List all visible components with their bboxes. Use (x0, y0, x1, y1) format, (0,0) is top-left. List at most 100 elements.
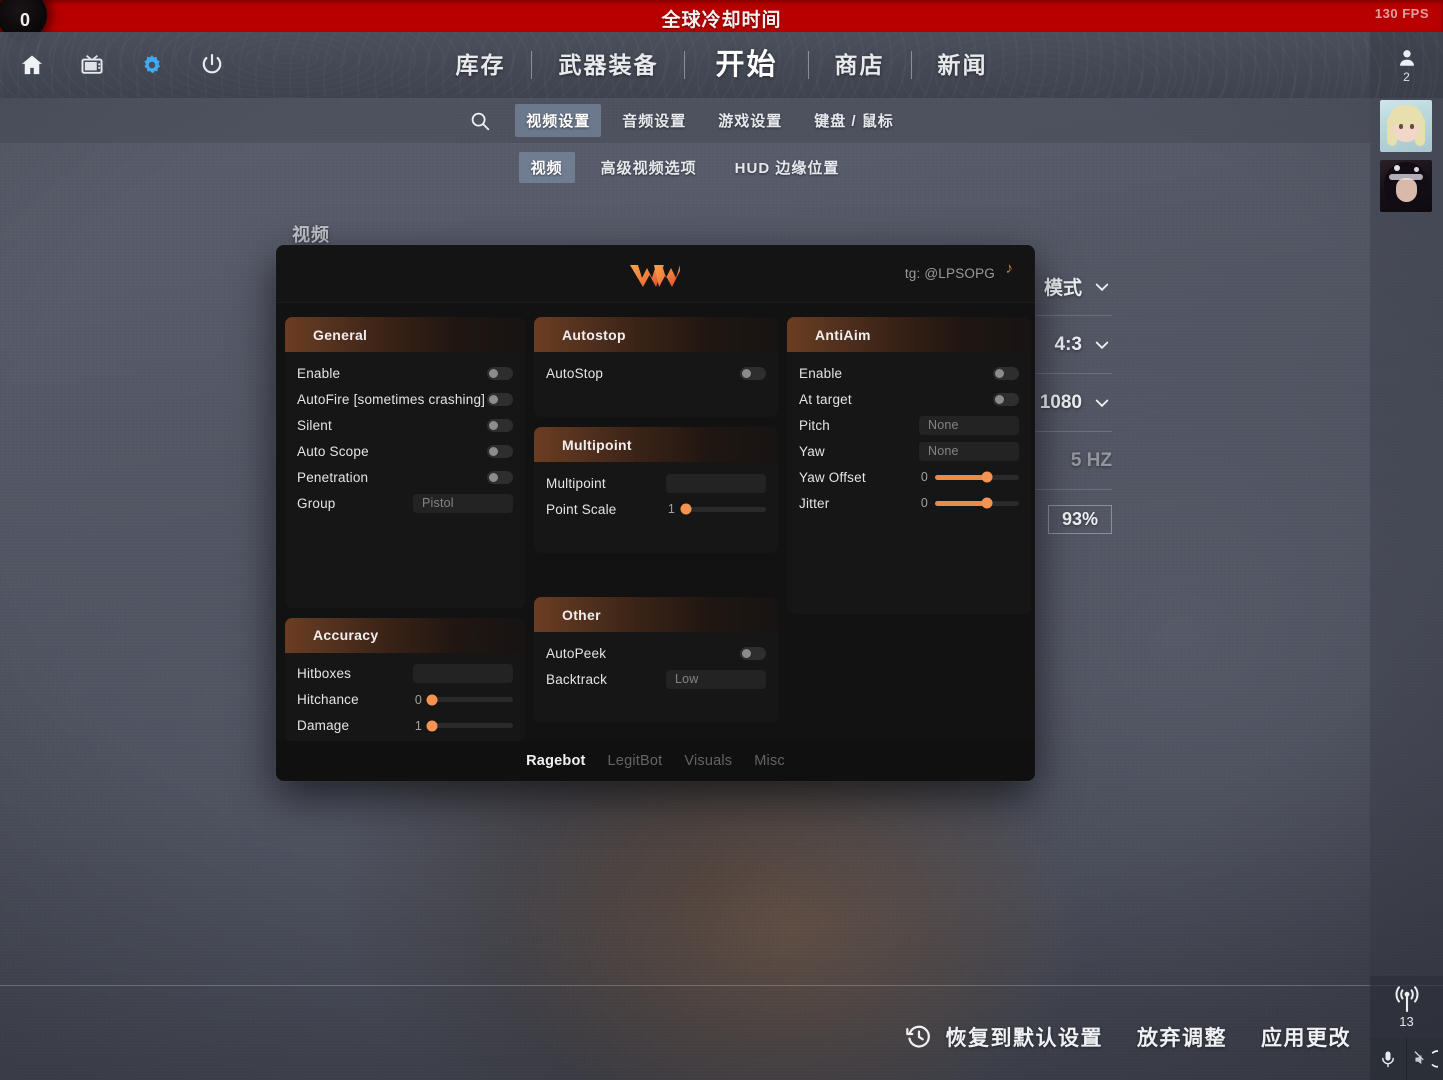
slider-hitchance[interactable] (426, 694, 513, 706)
slider-jitter[interactable] (935, 497, 1019, 509)
option-label: Yaw Offset (799, 469, 866, 485)
dropdown-backtrack[interactable]: Low (666, 669, 766, 689)
option-label: AutoPeek (546, 645, 607, 661)
group-header: Accuracy (285, 617, 525, 653)
tab-audio-settings[interactable]: 音频设置 (611, 104, 697, 137)
option-yaw-offset: Yaw Offset 0 (799, 464, 1019, 490)
cheat-tab-misc[interactable]: Misc (754, 753, 785, 769)
dropdown-pitch-value: None (928, 418, 959, 432)
group-title: Multipoint (562, 436, 632, 453)
subtab-hud-edge-position[interactable]: HUD 边缘位置 (723, 152, 852, 183)
global-cooldown-bar: 全球冷却时间 130 FPS (0, 0, 1443, 32)
cheat-tab-legitbot[interactable]: LegitBot (608, 753, 663, 769)
cheat-column-3: AntiAim Enable At target Pitch None Yaw … (787, 317, 1031, 741)
option-point-scale: Point Scale 1 (546, 496, 766, 522)
profile-button[interactable]: 2 (1370, 32, 1443, 98)
option-antiaim-enable: Enable (799, 360, 1019, 386)
dropdown-group[interactable]: Pistol (413, 493, 513, 513)
group-header: Multipoint (534, 427, 778, 462)
avatar[interactable] (1380, 160, 1432, 212)
apply-changes-label: 应用更改 (1261, 1027, 1351, 1050)
tab-keyboard-mouse[interactable]: 键盘 / 鼠标 (803, 104, 905, 137)
page-title: 视频 (292, 225, 330, 245)
cheat-overlay-window[interactable]: tg: @LPSOPG ♪ General Enable AutoFire [s… (276, 245, 1035, 781)
group-header: General (285, 317, 525, 352)
group-body: Multipoint Point Scale 1 (534, 462, 778, 534)
slider-hitchance-wrap: 0 (414, 693, 513, 707)
restore-clock-icon (905, 1025, 930, 1048)
telegram-handle: tg: @LPSOPG (904, 266, 995, 281)
option-autostop: AutoStop (546, 360, 766, 386)
option-label: Penetration (297, 469, 369, 485)
option-at-target: At target (799, 386, 1019, 412)
toggle-silent[interactable] (487, 418, 513, 432)
cheat-tab-visuals[interactable]: Visuals (684, 753, 732, 769)
apply-changes-button[interactable]: 应用更改 (1261, 1022, 1351, 1052)
option-label: Jitter (799, 495, 830, 511)
option-pitch: Pitch None (799, 412, 1019, 438)
option-label: Yaw (799, 443, 825, 459)
nav-item-store[interactable]: 商店 (809, 32, 911, 98)
option-label: AutoFire [sometimes crashing] (297, 391, 486, 407)
group-body: AutoStop (534, 352, 778, 398)
chevron-down-icon (1095, 283, 1109, 291)
slider-point-scale[interactable] (680, 503, 766, 515)
group-multipoint: Multipoint Multipoint Point Scale 1 (534, 427, 778, 553)
nav-item-play[interactable]: 开始 (685, 32, 807, 98)
discard-changes-label: 放弃调整 (1137, 1027, 1227, 1050)
tab-video-settings[interactable]: 视频设置 (515, 104, 602, 137)
group-body: Enable At target Pitch None Yaw None Yaw… (787, 352, 1031, 528)
chevron-down-icon (1095, 341, 1109, 349)
slider-damage[interactable] (426, 720, 513, 732)
avatar[interactable] (1380, 100, 1432, 152)
toggle-autopeek[interactable] (740, 646, 766, 660)
avatar-ornament (1414, 167, 1419, 172)
toggle-penetration[interactable] (487, 470, 513, 484)
nav-item-loadout[interactable]: 武器装备 (532, 32, 684, 98)
nav-item-news[interactable]: 新闻 (912, 32, 1014, 98)
discard-changes-button[interactable]: 放弃调整 (1137, 1022, 1227, 1052)
microphone-icon[interactable] (1370, 1038, 1407, 1080)
toggle-enable[interactable] (487, 366, 513, 380)
navbar-menu: 库存 武器装备 开始 商店 新闻 (0, 32, 1443, 98)
option-damage: Damage 1 (297, 713, 513, 739)
toggle-auto-scope[interactable] (487, 444, 513, 458)
toggle-autofire[interactable] (487, 392, 513, 406)
option-backtrack: Backtrack Low (546, 666, 766, 692)
avatar-eye (1410, 124, 1414, 129)
slider-yaw-offset[interactable] (935, 471, 1019, 483)
group-title: Other (562, 606, 601, 623)
option-label: Enable (297, 365, 341, 381)
option-label: Hitboxes (297, 666, 352, 682)
setting-refresh-rate-value: 5 HZ (1070, 449, 1112, 471)
cheat-body: General Enable AutoFire [sometimes crash… (276, 303, 1035, 741)
avatar-ornament (1394, 165, 1400, 171)
subtab-video[interactable]: 视频 (518, 151, 575, 183)
restore-defaults-label: 恢复到默认设置 (945, 1027, 1103, 1050)
toggle-antiaim-enable[interactable] (993, 366, 1019, 380)
slider-jitter-wrap: 0 (920, 496, 1019, 510)
slider-jitter-value: 0 (920, 496, 928, 510)
background-horizon-line (0, 985, 1443, 986)
avatar-face (1396, 178, 1417, 202)
search-icon[interactable] (465, 106, 495, 136)
option-label: Point Scale (546, 501, 617, 517)
cheat-column-1: General Enable AutoFire [sometimes crash… (285, 317, 525, 741)
restore-defaults-button[interactable]: 恢复到默认设置 (905, 1022, 1104, 1052)
dropdown-pitch[interactable]: None (919, 415, 1019, 435)
toggle-autostop[interactable] (740, 366, 766, 380)
dropdown-hitboxes[interactable] (413, 664, 513, 684)
option-jitter: Jitter 0 (799, 490, 1019, 516)
cheat-tab-ragebot[interactable]: Ragebot (526, 753, 585, 769)
toggle-at-target[interactable] (993, 392, 1019, 406)
dropdown-multipoint[interactable] (666, 473, 766, 493)
setting-brightness-value: 93% (1047, 504, 1112, 534)
nav-item-inventory[interactable]: 库存 (429, 32, 531, 98)
subtab-advanced-video[interactable]: 高级视频选项 (589, 152, 709, 183)
ping-indicator: 13 (1370, 976, 1443, 1038)
option-group: Group Pistol (297, 490, 513, 516)
dropdown-yaw[interactable]: None (919, 441, 1019, 461)
tab-game-settings[interactable]: 游戏设置 (707, 104, 793, 137)
slider-damage-wrap: 1 (414, 719, 513, 733)
headset-mute-icon[interactable] (1407, 1038, 1443, 1080)
